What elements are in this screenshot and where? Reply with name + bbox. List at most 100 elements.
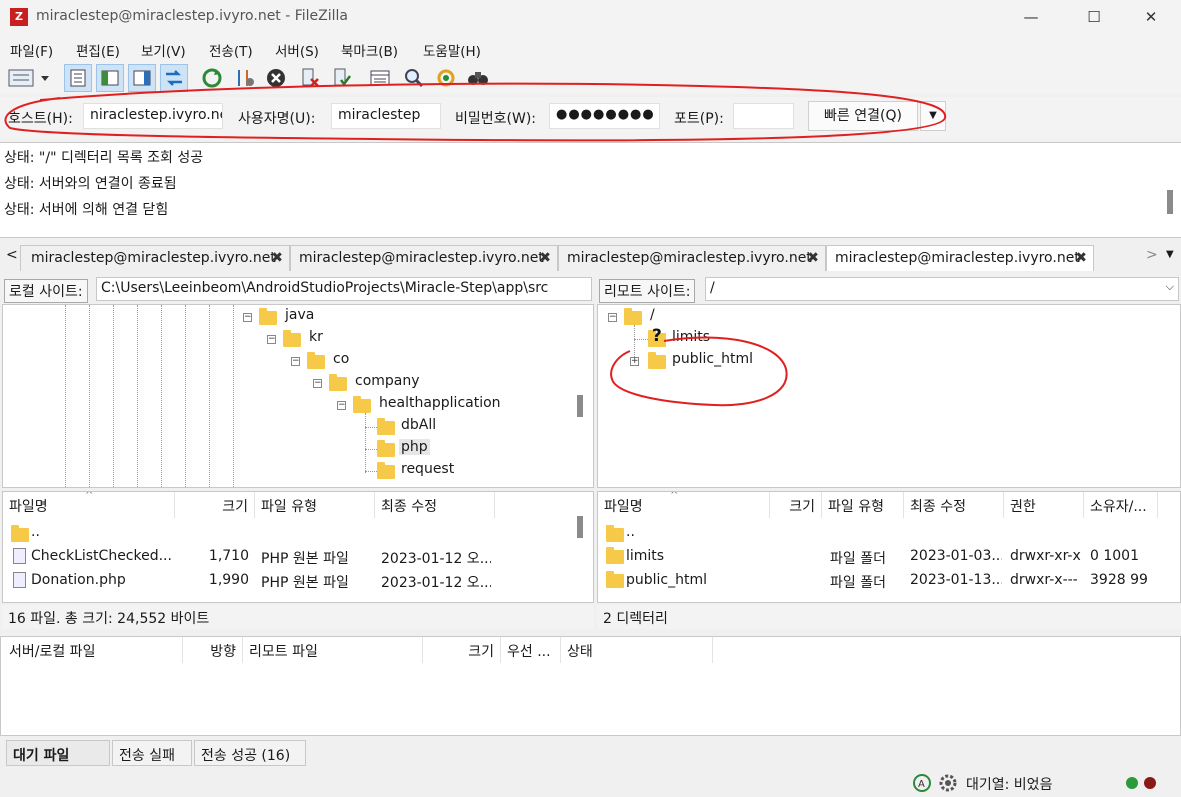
- menu-help[interactable]: 도움말(H): [423, 40, 481, 60]
- connection-tabs: < miraclestep@miraclestep.ivyro.net ✖ mir…: [0, 243, 1181, 271]
- remote-path-input[interactable]: / ⌵: [705, 277, 1179, 301]
- close-tab-icon[interactable]: ✖: [539, 250, 551, 266]
- close-tab-icon[interactable]: ✖: [1075, 250, 1087, 266]
- col-header-server-local-file[interactable]: 서버/로컬 파일: [3, 637, 183, 663]
- tab-connection[interactable]: miraclestep@miraclestep.ivyro.net ✖: [558, 245, 826, 271]
- menu-view[interactable]: 보기(V): [141, 40, 186, 60]
- local-status: 16 파일. 총 크기: 24,552 바이트: [2, 605, 594, 629]
- sort-ascending-icon: ^: [670, 491, 679, 501]
- file-name[interactable]: Donation.php: [31, 572, 171, 588]
- log-line: 상태: "/" 디렉터리 목록 조회 성공: [4, 150, 204, 166]
- file-name[interactable]: limits: [626, 548, 664, 564]
- collapse-icon[interactable]: −: [243, 313, 252, 322]
- folder-icon: [606, 571, 624, 588]
- remote-file-list[interactable]: 파일명 ^ 크기 파일 유형 최종 수정 권한 소유자/... .. limit…: [597, 491, 1181, 603]
- file-name[interactable]: public_html: [626, 572, 707, 588]
- tab-connection[interactable]: miraclestep@miraclestep.ivyro.net ✖: [20, 245, 290, 271]
- folder-icon: [329, 374, 347, 391]
- tab-label: miraclestep@miraclestep.ivyro.net: [31, 250, 276, 266]
- menu-transfer[interactable]: 전송(T): [209, 40, 253, 60]
- parent-dir-row[interactable]: ..: [31, 524, 40, 540]
- collapse-icon[interactable]: −: [337, 401, 346, 410]
- folder-icon: [606, 547, 624, 564]
- collapse-icon[interactable]: −: [313, 379, 322, 388]
- chevron-down-icon[interactable]: ⌵: [1166, 280, 1174, 294]
- col-header-size[interactable]: 크기: [175, 492, 255, 518]
- local-tree-scrollbar-thumb[interactable]: [577, 395, 583, 417]
- file-modified: 2023-01-12 오...: [381, 551, 491, 567]
- gear-icon[interactable]: [938, 773, 958, 793]
- message-log: 상태: "/" 디렉터리 목록 조회 성공 상태: 서버와의 연결이 종료됨 상…: [0, 142, 1181, 238]
- tabs-list-icon[interactable]: ▼: [1166, 249, 1174, 260]
- tree-node-kr[interactable]: kr: [309, 329, 323, 345]
- filezilla-icon: Z: [10, 8, 28, 26]
- parent-dir-row[interactable]: ..: [626, 524, 635, 540]
- tree-node-co[interactable]: co: [333, 351, 349, 367]
- col-header-owner[interactable]: 소유자/...: [1084, 492, 1158, 518]
- close-icon[interactable]: ✕: [1121, 0, 1181, 36]
- local-list-scrollbar-thumb[interactable]: [577, 516, 583, 538]
- remote-tree-pane[interactable]: − / ? limits + public_html: [597, 304, 1181, 488]
- menu-bar: 파일(F) 편집(E) 보기(V) 전송(T) 서버(S) 북마크(B) 도움말…: [0, 36, 1181, 62]
- menu-edit[interactable]: 편집(E): [76, 40, 120, 60]
- tree-node-healthapplication[interactable]: healthapplication: [379, 395, 501, 411]
- window-title: miraclestep@miraclestep.ivyro.net - File…: [36, 8, 349, 24]
- tree-node-php[interactable]: php: [399, 439, 430, 455]
- local-path-input[interactable]: C:\Users\Leeinbeom\AndroidStudioProjects…: [96, 277, 592, 301]
- receive-led-icon: [1126, 777, 1138, 789]
- tree-node-company[interactable]: company: [355, 373, 420, 389]
- col-header-direction[interactable]: 방향: [183, 637, 243, 663]
- log-line: 상태: 서버와의 연결이 종료됨: [4, 176, 177, 192]
- tree-node-root[interactable]: /: [650, 307, 655, 323]
- speed-limit-icon[interactable]: A: [912, 773, 932, 793]
- col-header-modified[interactable]: 최종 수정: [375, 492, 495, 518]
- collapse-icon[interactable]: −: [608, 313, 617, 322]
- minimize-icon[interactable]: —: [1001, 0, 1061, 36]
- local-file-list[interactable]: 파일명 ^ 크기 파일 유형 최종 수정 .. CheckListChecked…: [2, 491, 594, 603]
- file-name[interactable]: CheckListChecked....: [31, 548, 171, 564]
- col-header-size[interactable]: 크기: [423, 637, 501, 663]
- folder-icon: [377, 440, 395, 457]
- col-header-filename[interactable]: 파일명: [598, 492, 770, 518]
- tree-node-request[interactable]: request: [401, 461, 454, 477]
- menu-file[interactable]: 파일(F): [10, 40, 53, 60]
- tabs-scroll-left-icon[interactable]: <: [6, 247, 18, 263]
- tree-node-dball[interactable]: dbAll: [401, 417, 436, 433]
- file-modified: 2023-01-12 오...: [381, 575, 491, 591]
- file-size: 1,990: [208, 572, 249, 588]
- collapse-icon[interactable]: −: [291, 357, 300, 366]
- maximize-icon[interactable]: ☐: [1064, 0, 1124, 36]
- tab-connection[interactable]: miraclestep@miraclestep.ivyro.net ✖: [290, 245, 558, 271]
- menu-bookmarks[interactable]: 북마크(B): [341, 40, 398, 60]
- red-annotation-public-html: [610, 336, 788, 407]
- tab-failed-transfers[interactable]: 전송 실패: [112, 740, 192, 766]
- file-type: PHP 원본 파일: [261, 575, 349, 591]
- tab-label: miraclestep@miraclestep.ivyro.net: [299, 250, 544, 266]
- folder-icon: [11, 525, 29, 542]
- col-header-modified[interactable]: 최종 수정: [904, 492, 1004, 518]
- col-header-permissions[interactable]: 권한: [1004, 492, 1084, 518]
- col-header-status[interactable]: 상태: [561, 637, 713, 663]
- log-scrollbar-thumb[interactable]: [1167, 190, 1173, 214]
- transfer-queue[interactable]: 서버/로컬 파일 방향 리모트 파일 크기 우선 ... 상태: [0, 636, 1181, 736]
- remote-site-bar: 리모트 사이트: / ⌵: [597, 274, 1181, 304]
- col-header-type[interactable]: 파일 유형: [822, 492, 904, 518]
- col-header-size[interactable]: 크기: [770, 492, 822, 518]
- remote-status: 2 디렉터리: [597, 605, 1181, 629]
- file-size: 1,710: [208, 548, 249, 564]
- menu-server[interactable]: 서버(S): [275, 40, 319, 60]
- title-bar: Z miraclestep@miraclestep.ivyro.net - Fi…: [0, 0, 1181, 36]
- close-tab-icon[interactable]: ✖: [271, 250, 283, 266]
- tab-queued-files[interactable]: 대기 파일: [6, 740, 110, 766]
- close-tab-icon[interactable]: ✖: [807, 250, 819, 266]
- tab-successful-transfers[interactable]: 전송 성공 (16): [194, 740, 306, 766]
- col-header-type[interactable]: 파일 유형: [255, 492, 375, 518]
- tree-node-java[interactable]: java: [285, 307, 314, 323]
- tab-connection-active[interactable]: miraclestep@miraclestep.ivyro.net ✖: [826, 245, 1094, 271]
- col-header-remote-file[interactable]: 리모트 파일: [243, 637, 423, 663]
- collapse-icon[interactable]: −: [267, 335, 276, 344]
- col-header-priority[interactable]: 우선 ...: [501, 637, 561, 663]
- tabs-scroll-right-icon[interactable]: >: [1146, 247, 1158, 263]
- file-permissions: drwxr-x---: [1010, 572, 1078, 588]
- local-tree-pane[interactable]: − java − kr − co − company − healthappli…: [2, 304, 594, 488]
